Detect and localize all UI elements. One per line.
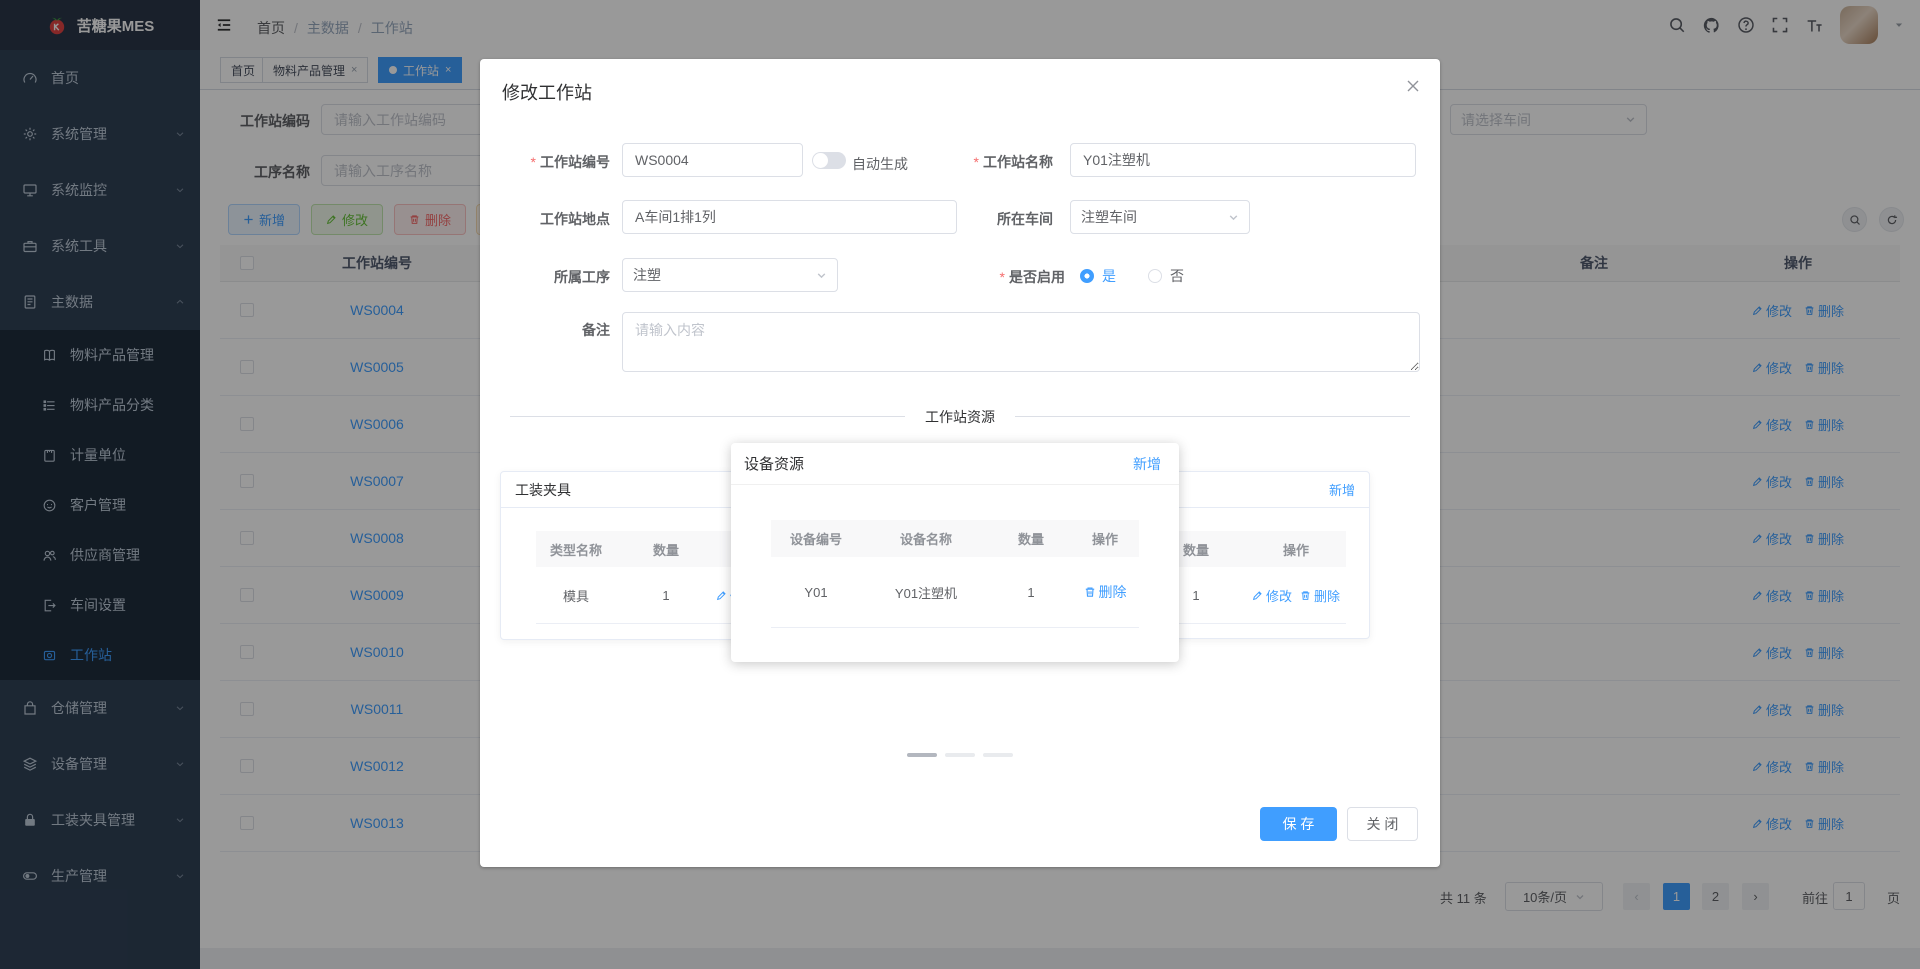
carousel-indicator[interactable] — [983, 753, 1013, 757]
equipment-resource-popup: 设备资源 新增 设备编号 设备名称 数量 操作 Y01 Y01注塑机 1 删除 — [731, 443, 1179, 662]
equip-col-name: 设备名称 — [899, 532, 952, 547]
auto-generate-toggle[interactable] — [812, 152, 846, 169]
fixture-row-type: 模具 — [562, 588, 589, 604]
process-label: 所属工序 — [554, 269, 610, 285]
name-input[interactable] — [1070, 143, 1416, 177]
tool-col-actions: 操作 — [1282, 542, 1309, 558]
fixture-col-type: 类型名称 — [549, 542, 602, 558]
remark-textarea[interactable] — [622, 312, 1420, 372]
dialog-title: 修改工作站 — [502, 83, 592, 103]
resource-divider: 工作站资源 — [510, 407, 1410, 427]
equip-col-qty: 数量 — [1017, 532, 1044, 547]
tool-add-link[interactable]: 新增 — [1329, 480, 1355, 499]
equip-row-qty: 1 — [1027, 584, 1035, 600]
equipment-add-link[interactable]: 新增 — [1133, 454, 1161, 474]
fixture-row-qty: 1 — [662, 587, 670, 603]
equipment-table: 设备编号 设备名称 数量 操作 Y01 Y01注塑机 1 删除 — [771, 520, 1139, 628]
workshop-label: 所在车间 — [997, 211, 1053, 227]
name-label: * 工作站名称 — [973, 154, 1053, 170]
chevron-down-icon — [817, 272, 826, 278]
code-input[interactable] — [622, 143, 803, 177]
tool-edit-link[interactable]: 修改 — [1252, 586, 1292, 605]
popup-header: 设备资源 新增 — [731, 443, 1179, 485]
location-label: 工作站地点 — [540, 211, 610, 227]
code-label: * 工作站编号 — [530, 154, 610, 170]
location-input[interactable] — [622, 200, 957, 234]
equip-col-actions: 操作 — [1091, 532, 1118, 547]
close-icon[interactable] — [1406, 79, 1420, 93]
tool-delete-link[interactable]: 删除 — [1300, 586, 1340, 605]
equip-row-code: Y01 — [804, 584, 828, 600]
trash-icon — [1301, 590, 1310, 600]
carousel-indicator[interactable] — [945, 753, 975, 757]
trash-icon — [1085, 587, 1094, 597]
enabled-label: * 是否启用 — [999, 269, 1065, 285]
equip-delete-link[interactable]: 删除 — [1084, 582, 1127, 602]
fixture-col-qty: 数量 — [652, 542, 679, 558]
pencil-icon — [716, 590, 726, 600]
carousel-indicator-active[interactable] — [907, 753, 937, 757]
process-select[interactable]: 注塑 — [622, 258, 838, 292]
remark-label: 备注 — [582, 322, 610, 338]
enabled-no-radio[interactable]: 否 — [1148, 266, 1184, 286]
enabled-yes-radio[interactable]: 是 — [1080, 266, 1116, 286]
auto-generate-label: 自动生成 — [852, 156, 908, 172]
save-button[interactable]: 保 存 — [1260, 807, 1337, 841]
pencil-icon — [1252, 590, 1262, 600]
chevron-down-icon — [1229, 214, 1238, 220]
close-button[interactable]: 关 闭 — [1347, 807, 1418, 841]
equip-row-name: Y01注塑机 — [894, 585, 958, 601]
popup-title: 设备资源 — [744, 456, 805, 473]
workshop-select[interactable]: 注塑车间 — [1070, 200, 1250, 234]
equip-col-code: 设备编号 — [789, 532, 842, 547]
